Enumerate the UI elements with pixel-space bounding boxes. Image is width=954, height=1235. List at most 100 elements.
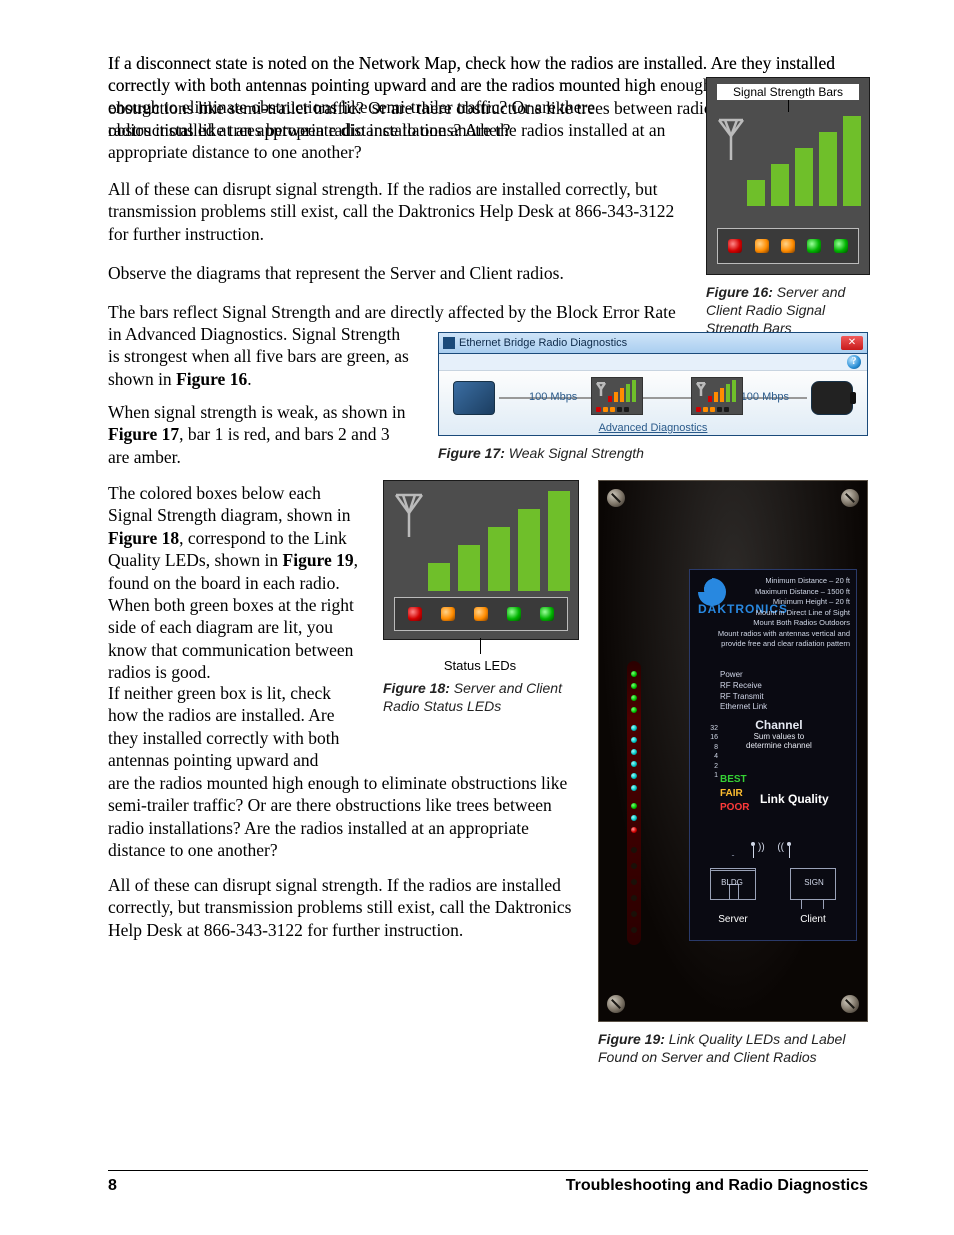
figure-16: Signal Strength Bars Figure 16: Server a… — [706, 77, 868, 338]
ch-num: 16 — [706, 733, 718, 742]
led-amber — [710, 407, 715, 412]
link-quality-poor: POOR — [720, 802, 749, 813]
para-7-bottom: are the radios mounted high enough to el… — [108, 772, 584, 862]
spec-line: Maximum Distance – 1500 ft — [718, 587, 850, 598]
bar-5 — [732, 380, 736, 402]
fig16-ref: Figure 16 — [176, 369, 247, 389]
channel-block: Channel Sum values to determine channel — [746, 718, 812, 750]
caption-label: Figure 16: — [706, 284, 777, 300]
figure-19-panel: DAKTRONICS Minimum Distance – 20 ft Maxi… — [598, 480, 868, 1022]
para-2: All of these can disrupt signal strength… — [108, 178, 682, 245]
led-dot — [631, 847, 637, 853]
install-diagram: BLDG )) (( SIGN Server Client — [698, 836, 848, 928]
window-title: Ethernet Bridge Radio Diagnostics — [459, 337, 627, 349]
led-dot — [631, 725, 637, 731]
bar-2 — [458, 545, 480, 591]
close-button[interactable]: ✕ — [841, 336, 863, 350]
monitor-icon — [453, 381, 495, 415]
wave-icon: )) — [758, 842, 765, 853]
led-dot — [631, 911, 637, 917]
figure-19: DAKTRONICS Minimum Distance – 20 ft Maxi… — [598, 480, 866, 1066]
led-amber — [441, 607, 455, 621]
bar-2 — [614, 392, 618, 402]
bar-2 — [771, 164, 789, 206]
screw-icon — [841, 995, 859, 1013]
antenna-icon — [394, 493, 424, 537]
led-off — [624, 407, 629, 412]
callout-tick — [788, 100, 789, 112]
led-dot — [631, 773, 637, 779]
fig17-ref: Figure 17 — [108, 424, 179, 444]
text: The colored boxes below each Signal Stre… — [108, 483, 351, 525]
led-amber — [474, 607, 488, 621]
link-quality-best: BEST — [720, 774, 747, 785]
fig19-ref: Figure 19 — [283, 550, 354, 570]
bar-1 — [428, 563, 450, 591]
bar-1 — [708, 396, 712, 402]
led-dot — [631, 683, 637, 689]
mini-signal-right — [691, 377, 743, 415]
channel-values: 32 16 8 4 2 1 — [706, 724, 718, 781]
led-green — [834, 239, 848, 253]
bar-2 — [714, 392, 718, 402]
text: When signal strength is weak, as shown i… — [108, 402, 405, 422]
bar-5 — [632, 380, 636, 402]
led-row — [717, 228, 859, 264]
led-dot — [631, 761, 637, 767]
display-icon — [811, 381, 853, 415]
mini-signal-left — [591, 377, 643, 415]
para-7-top: If neither green box is lit, check how t… — [108, 682, 362, 772]
mini-leds — [596, 407, 629, 412]
mini-bars — [608, 380, 640, 402]
led-green — [540, 607, 554, 621]
app-icon — [443, 337, 455, 349]
figure-16-panel: Signal Strength Bars — [706, 77, 870, 275]
building-label: BLDG — [710, 878, 754, 887]
ch-num: 4 — [706, 752, 718, 761]
led-amber — [610, 407, 615, 412]
caption-label: Figure 17: — [438, 445, 509, 461]
figure-17-caption: Figure 17: Weak Signal Strength — [438, 444, 866, 462]
led-dot — [631, 815, 637, 821]
antenna-stick-icon — [784, 842, 794, 862]
channel-title: Channel — [746, 718, 812, 732]
ch-num: 2 — [706, 762, 718, 771]
bar-4 — [626, 384, 630, 402]
led-dot — [631, 879, 637, 885]
wave-icon: (( — [777, 842, 784, 853]
signal-bars — [428, 491, 574, 591]
info-label-panel: DAKTRONICS Minimum Distance – 20 ft Maxi… — [689, 569, 857, 941]
led-red — [596, 407, 601, 412]
para-5: When signal strength is weak, as shown i… — [108, 401, 414, 468]
led-red — [696, 407, 701, 412]
led-dot — [631, 737, 637, 743]
figure-18: Status LEDs Figure 18: Server and Client… — [383, 480, 577, 715]
ch-num: 8 — [706, 743, 718, 752]
led-off — [717, 407, 722, 412]
status-power: Power — [720, 670, 767, 681]
led-row — [394, 597, 568, 631]
para-8: All of these can disrupt signal strength… — [108, 874, 584, 941]
advanced-diagnostics-link[interactable]: Advanced Diagnostics — [439, 422, 867, 434]
link-quality-fair: FAIR — [720, 788, 743, 799]
status-leds-label: Status LEDs — [383, 658, 577, 673]
screw-icon — [607, 995, 625, 1013]
specs-list: Minimum Distance – 20 ft Maximum Distanc… — [718, 576, 850, 650]
led-dot — [631, 785, 637, 791]
led-amber — [703, 407, 708, 412]
help-button[interactable]: ? — [847, 355, 861, 369]
spec-line: Minimum Height – 20 ft — [718, 597, 850, 608]
status-ethernet-link: Ethernet Link — [720, 702, 767, 713]
bar-1 — [608, 396, 612, 402]
caption-label: Figure 18: — [383, 680, 454, 696]
period: . — [247, 369, 251, 389]
bar-5 — [548, 491, 570, 591]
led-dot — [631, 927, 637, 933]
figure-18-caption: Figure 18: Server and Client Radio Statu… — [383, 679, 577, 715]
server-label: Server — [698, 914, 768, 925]
led-red — [408, 607, 422, 621]
page-footer: 8 Troubleshooting and Radio Diagnostics — [108, 1170, 868, 1195]
antenna-icon — [717, 118, 745, 160]
channel-subtitle: Sum values to determine channel — [746, 732, 812, 750]
status-labels: Power RF Receive RF Transmit Ethernet Li… — [720, 670, 767, 713]
